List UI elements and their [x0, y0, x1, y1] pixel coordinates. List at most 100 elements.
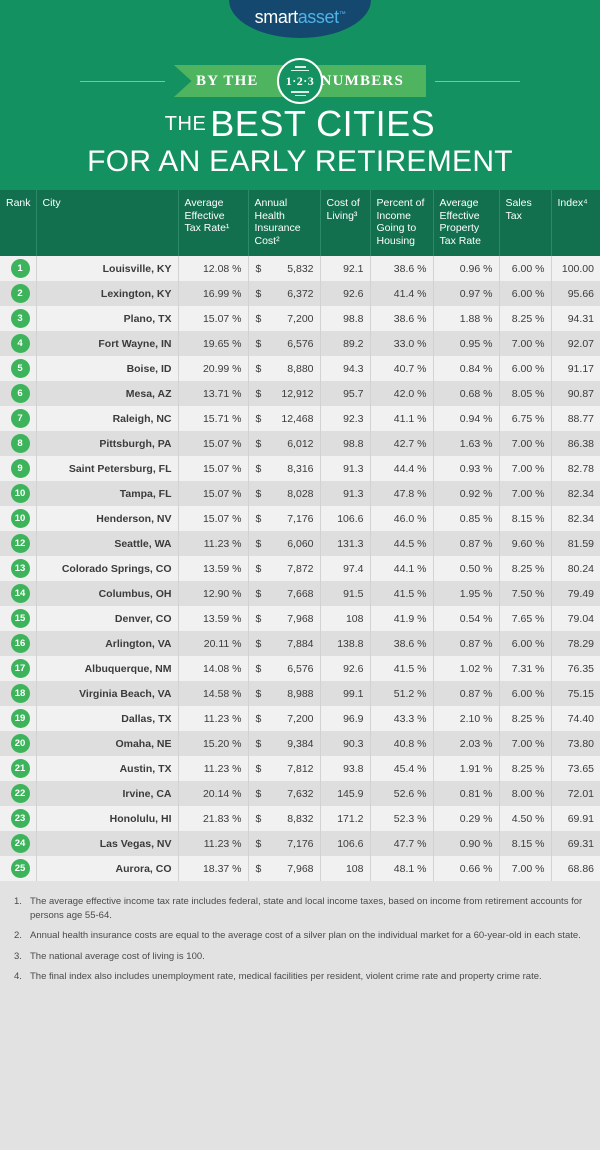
table-row: 2 Lexington, KY 16.99 % $6,372 92.6 41.4 % 0.9…	[0, 281, 600, 306]
badge-dash-top-1	[294, 66, 306, 68]
currency-symbol: $	[255, 687, 262, 700]
rank-badge: 22	[10, 784, 30, 803]
logo-secondary-text: asset	[297, 7, 339, 27]
column-header-rank[interactable]: Rank	[0, 190, 37, 256]
rank-cell: 10	[0, 506, 37, 531]
health-cost-value: 7,872	[287, 562, 314, 575]
housing-percent-cell: 45.4 %	[370, 756, 434, 781]
table-row: 20 Omaha, NE 15.20 % $9,384 90.3 40.8 % 2.03 %…	[0, 731, 600, 756]
index-cell: 75.15	[551, 681, 600, 706]
city-cell: Las Vegas, NV	[36, 831, 179, 856]
footnote-text: The average effective income tax rate in…	[30, 896, 583, 921]
property-tax-cell: 0.87 %	[433, 631, 500, 656]
cost-of-living-cell: 97.4	[320, 556, 371, 581]
smartasset-logo[interactable]: smartasset™	[229, 0, 371, 38]
footnote-item: 3. The national average cost of living is…	[14, 950, 586, 964]
property-tax-cell: 1.63 %	[433, 431, 500, 456]
currency-symbol: $	[255, 462, 262, 475]
column-header-sales-tax[interactable]: Sales Tax	[499, 190, 552, 256]
tax-rate-cell: 16.99 %	[178, 281, 249, 306]
cost-of-living-cell: 138.8	[320, 631, 371, 656]
cost-of-living-cell: 98.8	[320, 431, 371, 456]
housing-percent-cell: 46.0 %	[370, 506, 434, 531]
table-row: 7 Raleigh, NC 15.71 % $12,468 92.3 41.1 % 0.94…	[0, 406, 600, 431]
sales-tax-cell: 6.00 %	[499, 356, 552, 381]
cost-of-living-cell: 90.3	[320, 731, 371, 756]
cost-of-living-cell: 89.2	[320, 331, 371, 356]
city-cell: Honolulu, HI	[36, 806, 179, 831]
health-cost-cell: $12,468	[248, 406, 321, 431]
rank-badge: 16	[10, 634, 30, 653]
rank-badge: 10	[10, 484, 30, 503]
currency-symbol: $	[255, 587, 262, 600]
currency-symbol: $	[255, 287, 262, 300]
trademark-icon: ™	[338, 11, 346, 18]
index-cell: 95.66	[551, 281, 600, 306]
city-cell: Plano, TX	[36, 306, 179, 331]
health-cost-value: 6,012	[287, 437, 314, 450]
currency-symbol: $	[255, 637, 262, 650]
footnote-text: The final index also includes unemployme…	[30, 971, 542, 982]
column-header-property-tax[interactable]: Average Effective Property Tax Rate	[433, 190, 500, 256]
sales-tax-cell: 6.00 %	[499, 281, 552, 306]
health-cost-cell: $8,316	[248, 456, 321, 481]
city-cell: Raleigh, NC	[36, 406, 179, 431]
rank-badge: 7	[10, 409, 30, 428]
column-header-tax-rate[interactable]: Average Effective Tax Rate¹	[178, 190, 249, 256]
column-header-city[interactable]: City	[36, 190, 179, 256]
index-cell: 94.31	[551, 306, 600, 331]
rank-cell: 16	[0, 631, 37, 656]
housing-percent-cell: 38.6 %	[370, 631, 434, 656]
tax-rate-cell: 20.14 %	[178, 781, 249, 806]
rank-cell: 5	[0, 356, 37, 381]
rank-cell: 8	[0, 431, 37, 456]
column-header-index[interactable]: Index⁴	[551, 190, 600, 256]
health-cost-value: 8,832	[287, 812, 314, 825]
cost-of-living-cell: 91.5	[320, 581, 371, 606]
title-the-label: THE	[164, 113, 207, 135]
health-cost-value: 7,200	[287, 712, 314, 725]
index-cell: 86.38	[551, 431, 600, 456]
city-cell: Denver, CO	[36, 606, 179, 631]
footnote-number: 4.	[14, 971, 22, 982]
index-cell: 79.49	[551, 581, 600, 606]
rank-badge: 15	[10, 609, 30, 628]
rank-cell: 1	[0, 256, 37, 281]
currency-symbol: $	[255, 262, 262, 275]
table-row: 1 Louisville, KY 12.08 % $5,832 92.1 38.6 % 0.…	[0, 256, 600, 281]
sales-tax-cell: 6.00 %	[499, 631, 552, 656]
column-header-cost-of-living[interactable]: Cost of Living³	[320, 190, 371, 256]
health-cost-value: 7,968	[287, 862, 314, 875]
city-cell: Boise, ID	[36, 356, 179, 381]
health-cost-cell: $8,880	[248, 356, 321, 381]
rank-badge: 19	[10, 709, 30, 728]
table-row: 25 Aurora, CO 18.37 % $7,968 108 48.1 % 0.66 %…	[0, 856, 600, 881]
index-cell: 76.35	[551, 656, 600, 681]
city-cell: Colorado Springs, CO	[36, 556, 179, 581]
property-tax-cell: 0.66 %	[433, 856, 500, 881]
housing-percent-cell: 41.5 %	[370, 581, 434, 606]
cost-of-living-cell: 99.1	[320, 681, 371, 706]
table-row: 23 Honolulu, HI 21.83 % $8,832 171.2 52.3 % 0.…	[0, 806, 600, 831]
tax-rate-cell: 12.08 %	[178, 256, 249, 281]
property-tax-cell: 0.96 %	[433, 256, 500, 281]
housing-percent-cell: 40.8 %	[370, 731, 434, 756]
health-cost-cell: $7,200	[248, 706, 321, 731]
currency-symbol: $	[255, 512, 262, 525]
health-cost-value: 6,576	[287, 662, 314, 675]
health-cost-value: 8,316	[287, 462, 314, 475]
city-cell: Irvine, CA	[36, 781, 179, 806]
health-cost-value: 8,028	[287, 487, 314, 500]
column-header-housing[interactable]: Percent of Income Going to Housing	[370, 190, 434, 256]
tax-rate-cell: 18.37 %	[178, 856, 249, 881]
sales-tax-cell: 8.05 %	[499, 381, 552, 406]
health-cost-cell: $8,028	[248, 481, 321, 506]
table-row: 3 Plano, TX 15.07 % $7,200 98.8 38.6 % 1.88 % 8…	[0, 306, 600, 331]
rank-badge: 21	[10, 759, 30, 778]
footnote-number: 3.	[14, 950, 22, 962]
rank-cell: 4	[0, 331, 37, 356]
column-header-health-cost[interactable]: Annual Health Insurance Cost²	[248, 190, 321, 256]
city-cell: Arlington, VA	[36, 631, 179, 656]
table-row: 13 Colorado Springs, CO 13.59 % $7,872 97.4 4…	[0, 556, 600, 581]
table-row: 24 Las Vegas, NV 11.23 % $7,176 106.6 47.7 % 0…	[0, 831, 600, 856]
